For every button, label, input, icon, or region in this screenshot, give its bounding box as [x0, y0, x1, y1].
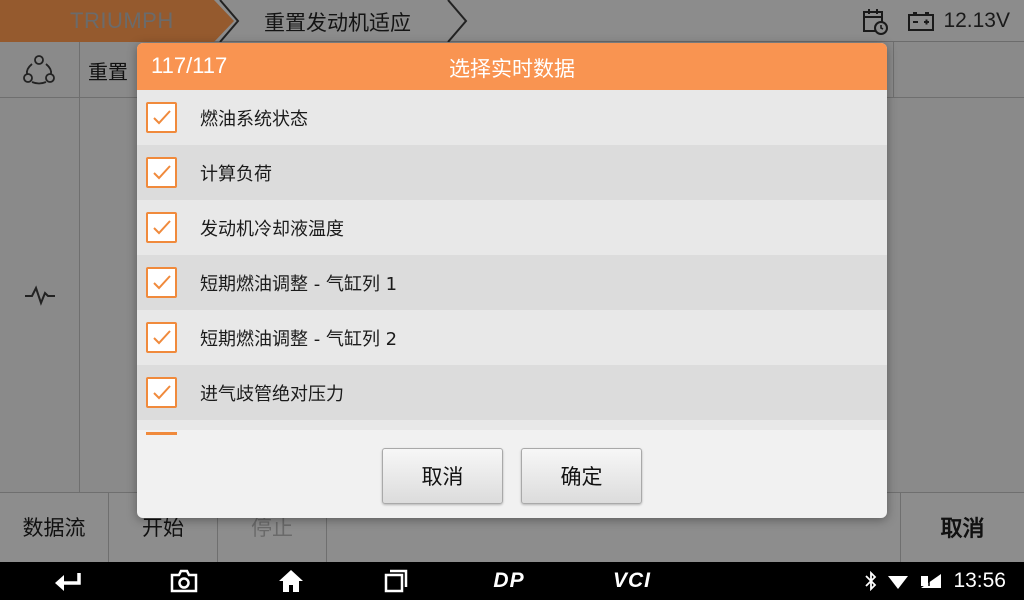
dialog-header: 选择实时数据 117/117 — [137, 43, 887, 90]
camera-button[interactable] — [168, 562, 200, 600]
selection-counter: 117/117 — [151, 53, 228, 78]
subheader-label: 重置 — [88, 60, 128, 84]
battery-voltage: 12.13V — [943, 9, 1010, 32]
select-live-data-dialog: 选择实时数据 117/117 燃油系统状态 计算负荷 发动机冷却液温度 短期燃油… — [137, 43, 887, 518]
cellular-signal-icon — [921, 574, 942, 588]
checkbox-checked[interactable] — [146, 157, 177, 188]
checkbox-partial-edge — [146, 432, 177, 435]
recent-apps-button[interactable] — [380, 562, 412, 600]
check-icon — [153, 220, 171, 235]
checkbox-checked[interactable] — [146, 102, 177, 133]
list-item-label: 短期燃油调整 - 气缸列 1 — [200, 273, 398, 295]
check-icon — [153, 165, 171, 180]
dp-button[interactable]: DP — [484, 562, 534, 600]
check-icon — [153, 330, 171, 345]
recent-apps-icon — [384, 569, 408, 593]
breadcrumb-separator-icon — [219, 0, 240, 42]
wifi-icon — [888, 576, 909, 589]
clock-time: 13:56 — [953, 569, 1006, 592]
back-button[interactable] — [48, 562, 88, 600]
checkbox-checked[interactable] — [146, 377, 177, 408]
list-item-label: 进气歧管绝对压力 — [200, 383, 344, 405]
waveform-icon[interactable] — [24, 284, 56, 306]
check-icon — [153, 385, 171, 400]
list-item-label: 短期燃油调整 - 气缸列 2 — [200, 328, 398, 350]
cancel-button-bottom[interactable]: 取消 — [900, 492, 1024, 562]
data-item-list[interactable]: 燃油系统状态 计算负荷 发动机冷却液温度 短期燃油调整 - 气缸列 1 短期燃油… — [137, 90, 887, 430]
data-stream-button[interactable]: 数据流 — [0, 492, 109, 562]
back-arrow-icon — [55, 573, 81, 591]
dialog-confirm-button[interactable]: 确定 — [521, 448, 642, 504]
left-toolbar — [0, 98, 80, 492]
list-item[interactable]: 计算负荷 — [137, 145, 887, 200]
list-item[interactable]: 进气歧管绝对压力 — [137, 365, 887, 420]
list-item[interactable]: 燃油系统状态 — [137, 90, 887, 145]
breadcrumb-separator-icon — [447, 0, 468, 42]
dialog-cancel-button[interactable]: 取消 — [382, 448, 503, 504]
list-item[interactable]: 短期燃油调整 - 气缸列 1 — [137, 255, 887, 310]
checkbox-checked[interactable] — [146, 212, 177, 243]
dialog-title: 选择实时数据 — [449, 57, 575, 81]
subheader-divider — [893, 42, 894, 98]
list-item-label: 发动机冷却液温度 — [200, 218, 344, 240]
status-area: 12.13V — [861, 0, 1010, 42]
network-cell[interactable] — [0, 42, 80, 98]
system-tray: 13:56 — [865, 562, 1006, 600]
list-item-label: 计算负荷 — [200, 163, 272, 185]
home-icon — [279, 570, 303, 592]
vci-label: VCI — [612, 569, 651, 592]
camera-icon — [170, 569, 198, 593]
list-item-label: 燃油系统状态 — [200, 108, 308, 130]
list-item[interactable]: 发动机冷却液温度 — [137, 200, 887, 255]
page-title: 重置发动机适应 — [264, 11, 411, 35]
breadcrumb-brand-label: TRIUMPH — [70, 8, 174, 33]
dp-label: DP — [493, 569, 525, 592]
checkbox-checked[interactable] — [146, 267, 177, 298]
battery-icon — [908, 12, 935, 31]
checkbox-checked[interactable] — [146, 322, 177, 353]
list-item-partial[interactable] — [137, 420, 887, 430]
check-icon — [153, 275, 171, 290]
calendar-clock-icon[interactable] — [861, 7, 889, 35]
home-button[interactable] — [275, 562, 307, 600]
bluetooth-icon — [865, 571, 877, 591]
vci-button[interactable]: VCI — [604, 562, 660, 600]
network-icon — [23, 55, 55, 85]
list-item[interactable]: 短期燃油调整 - 气缸列 2 — [137, 310, 887, 365]
check-icon — [153, 110, 171, 125]
